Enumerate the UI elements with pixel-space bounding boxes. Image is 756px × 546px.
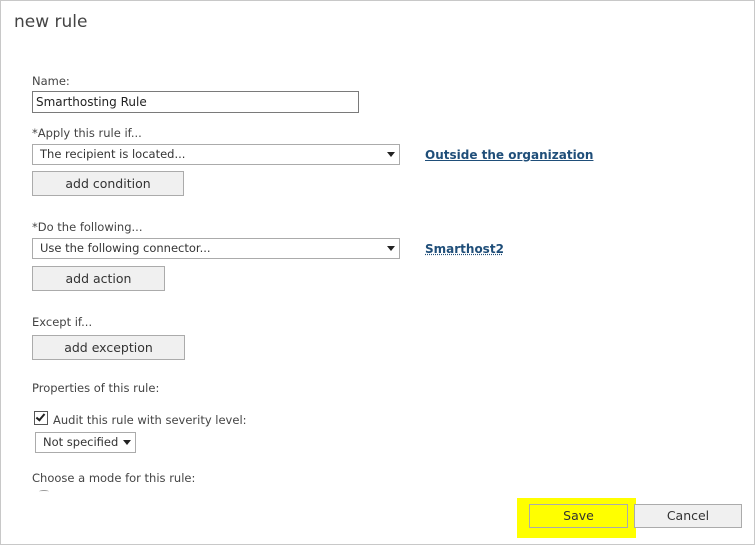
apply-condition-select[interactable]: The recipient is located...	[32, 144, 400, 165]
cancel-button[interactable]: Cancel	[634, 504, 742, 528]
apply-condition-value: The recipient is located...	[40, 147, 186, 161]
add-exception-button[interactable]: add exception	[32, 335, 185, 360]
chevron-down-icon	[387, 246, 395, 251]
checkmark-icon	[35, 411, 46, 422]
apply-rule-label: *Apply this rule if...	[32, 126, 142, 140]
properties-label: Properties of this rule:	[32, 381, 160, 395]
severity-select[interactable]: Not specified	[35, 432, 136, 453]
smarthost2-link[interactable]: Smarthost2	[425, 242, 504, 256]
audit-checkbox[interactable]	[34, 411, 48, 425]
except-if-label: Except if...	[32, 315, 93, 329]
outside-organization-link[interactable]: Outside the organization	[425, 148, 593, 162]
add-action-button[interactable]: add action	[32, 266, 165, 291]
chevron-down-icon	[387, 152, 395, 157]
do-following-label: *Do the following...	[32, 220, 143, 234]
new-rule-dialog: new rule Name: Smarthosting Rule *Apply …	[0, 0, 755, 545]
name-input[interactable]: Smarthosting Rule	[32, 91, 359, 113]
chevron-down-icon	[123, 440, 131, 445]
action-select[interactable]: Use the following connector...	[32, 238, 400, 259]
mode-label: Choose a mode for this rule:	[32, 471, 196, 485]
mode-radio-partial[interactable]	[39, 490, 49, 493]
save-button[interactable]: Save	[529, 504, 628, 528]
add-condition-button[interactable]: add condition	[32, 171, 184, 196]
audit-label: Audit this rule with severity level:	[53, 413, 247, 427]
name-label: Name:	[32, 74, 70, 88]
dialog-title: new rule	[14, 12, 88, 32]
severity-value: Not specified	[43, 435, 119, 449]
action-value: Use the following connector...	[40, 241, 211, 255]
